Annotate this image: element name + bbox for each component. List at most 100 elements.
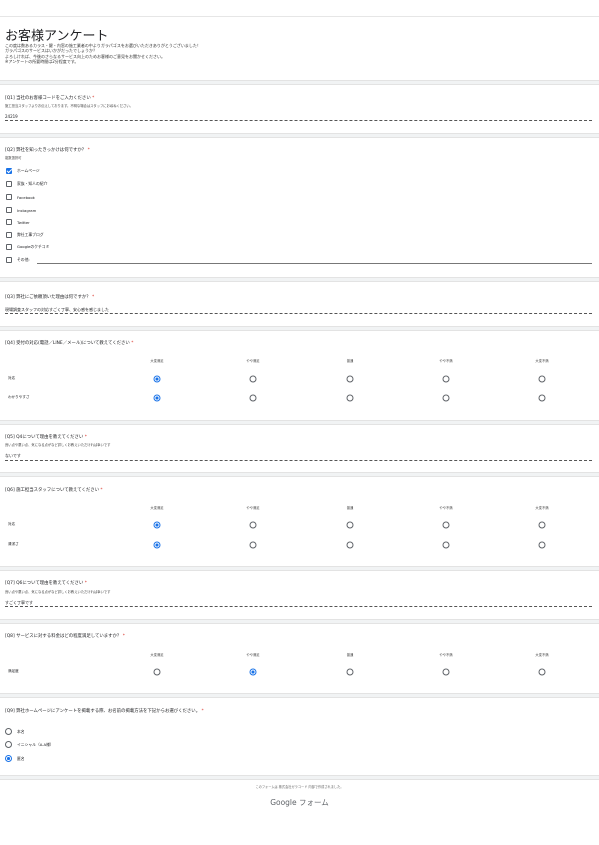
q4-col-very-satisfied: 大変満足 [150, 359, 164, 363]
option-label: 弊社工事ブログ [17, 232, 44, 237]
q2-option-twitter[interactable]: Twitter [6, 218, 30, 226]
checkbox[interactable] [6, 232, 12, 238]
q8-row1-radio-1[interactable] [153, 668, 161, 676]
intro-line: ※アンケートの所要時間は2分程度です。 [5, 58, 79, 64]
q9-title: [Q9] 弊社ホームページにアンケートを掲載する際、お名前の掲載方法を下記からお… [5, 708, 204, 714]
q1-title-text: [Q1] 当社のお客様コードをご入力ください [5, 96, 91, 101]
q8-row1-radio-2[interactable] [249, 668, 257, 676]
q2-option-instagram[interactable]: Instagram [6, 206, 36, 214]
q6-col-very-dissatisfied: 大変不満 [535, 506, 549, 510]
q1-answer-input[interactable]: 24219 [5, 114, 18, 119]
q2-option-referral[interactable]: 家族・知人の紹介 [6, 180, 47, 188]
q6-row2-radio-5[interactable] [538, 541, 546, 549]
q4-row-label: わかりやすさ [8, 395, 30, 399]
q7-help: 良い点や悪い点、気になる点がなど詳しくお教えいただければ幸いです [5, 590, 111, 594]
q4-row1-radio-4[interactable] [442, 375, 450, 383]
checkbox[interactable] [6, 244, 12, 250]
q4-col-dissatisfied: やや不満 [439, 359, 453, 363]
q9-radio-initials[interactable] [5, 741, 12, 748]
q6-row2-radio-2[interactable] [249, 541, 257, 549]
q2-option-google-reviews[interactable]: Googleのクチコミ [6, 243, 49, 251]
q4-row2-radio-5[interactable] [538, 394, 546, 402]
checkbox[interactable] [6, 207, 12, 213]
q4-row2-radio-3[interactable] [346, 394, 354, 402]
section-separator [0, 566, 599, 571]
option-label: ホームページ [17, 168, 40, 173]
checkbox[interactable] [6, 257, 12, 263]
required-mark: * [84, 435, 87, 440]
required-mark: * [92, 295, 95, 300]
q9-option-label: 匿名 [17, 756, 25, 761]
q6-row1-radio-1[interactable] [153, 521, 161, 529]
q6-row1-radio-3[interactable] [346, 521, 354, 529]
q6-col-dissatisfied: やや不満 [439, 506, 453, 510]
q6-title-text: [Q6] 施工担当スタッフについて教えてください [5, 488, 100, 493]
q5-title: [Q5] Q4について理由を教えてください * [5, 434, 87, 440]
q7-input-underline [5, 606, 592, 607]
checkbox-checked[interactable] [6, 168, 12, 174]
option-label: Facebook [17, 194, 35, 200]
q5-input-underline [5, 460, 592, 461]
q4-row2-radio-4[interactable] [442, 394, 450, 402]
q6-row2-radio-3[interactable] [346, 541, 354, 549]
required-mark: * [92, 96, 95, 101]
q4-row1-radio-1[interactable] [153, 375, 161, 383]
section-separator [0, 133, 599, 138]
section-separator [0, 693, 599, 698]
required-mark: * [122, 634, 125, 639]
q8-title: [Q8] サービスに対する料金はどの程度満足していますか？ * [5, 633, 125, 639]
q2-title-text: [Q2] 弊社を知ったきっかけは何ですか？ [5, 148, 87, 153]
q4-col-satisfied: やや満足 [246, 359, 260, 363]
section-separator [0, 472, 599, 477]
q4-title: [Q4] 受付の対応(電話／LINE／メール)について教えてください * [5, 340, 133, 346]
q4-row1-radio-3[interactable] [346, 375, 354, 383]
section-separator [0, 775, 599, 780]
q2-option-facebook[interactable]: Facebook [6, 193, 35, 201]
q4-title-text: [Q4] 受付の対応(電話／LINE／メール)について教えてください [5, 341, 130, 346]
q4-row1-radio-5[interactable] [538, 375, 546, 383]
q2-option-blog[interactable]: 弊社工事ブログ [6, 231, 44, 239]
q2-option-homepage[interactable]: ホームページ [6, 167, 40, 175]
q9-radio-anonymous[interactable] [5, 755, 12, 762]
q5-answer-input[interactable]: ないです [5, 453, 21, 459]
q6-row-label: 清潔さ [8, 542, 19, 546]
q6-row1-radio-4[interactable] [442, 521, 450, 529]
q8-row1-radio-3[interactable] [346, 668, 354, 676]
q6-row2-radio-1[interactable] [153, 541, 161, 549]
q6-title: [Q6] 施工担当スタッフについて教えてください * [5, 487, 103, 493]
q4-row1-radio-2[interactable] [249, 375, 257, 383]
q3-input-underline [5, 313, 592, 314]
footer-note: このフォームは 株式会社ガラコード 内部で作成されました。 [255, 785, 344, 789]
section-separator [0, 326, 599, 331]
q2-option-other[interactable]: その他: [6, 256, 30, 264]
q8-row1-radio-5[interactable] [538, 668, 546, 676]
required-mark: * [87, 148, 90, 153]
google-forms-logo[interactable]: Google フォーム [0, 797, 599, 808]
q2-other-input[interactable] [37, 263, 592, 264]
q8-col-very-satisfied: 大変満足 [150, 653, 164, 657]
section-separator [0, 277, 599, 282]
q9-option-label: イニシャル（A.A様） [17, 742, 54, 747]
q9-radio-real-name[interactable] [5, 728, 12, 735]
q4-col-neutral: 普通 [346, 359, 354, 363]
option-label: Twitter [17, 219, 30, 225]
q6-row1-radio-5[interactable] [538, 521, 546, 529]
checkbox[interactable] [6, 194, 12, 200]
form-title: お客様アンケート [5, 29, 109, 44]
q2-title: [Q2] 弊社を知ったきっかけは何ですか？ * [5, 147, 90, 153]
top-divider [0, 16, 599, 17]
required-mark: * [84, 581, 87, 586]
q4-row2-radio-2[interactable] [249, 394, 257, 402]
q4-row-label: 対応 [8, 376, 16, 380]
q8-col-neutral: 普通 [346, 653, 354, 657]
q4-row2-radio-1[interactable] [153, 394, 161, 402]
q6-row1-radio-2[interactable] [249, 521, 257, 529]
q6-col-very-satisfied: 大変満足 [150, 506, 164, 510]
q2-help: 複数選択可 [5, 156, 22, 160]
q9-option-label: 本名 [17, 729, 25, 734]
q6-row2-radio-4[interactable] [442, 541, 450, 549]
checkbox[interactable] [6, 181, 12, 187]
q8-row1-radio-4[interactable] [442, 668, 450, 676]
checkbox[interactable] [6, 219, 12, 225]
q8-title-text: [Q8] サービスに対する料金はどの程度満足していますか？ [5, 634, 122, 639]
